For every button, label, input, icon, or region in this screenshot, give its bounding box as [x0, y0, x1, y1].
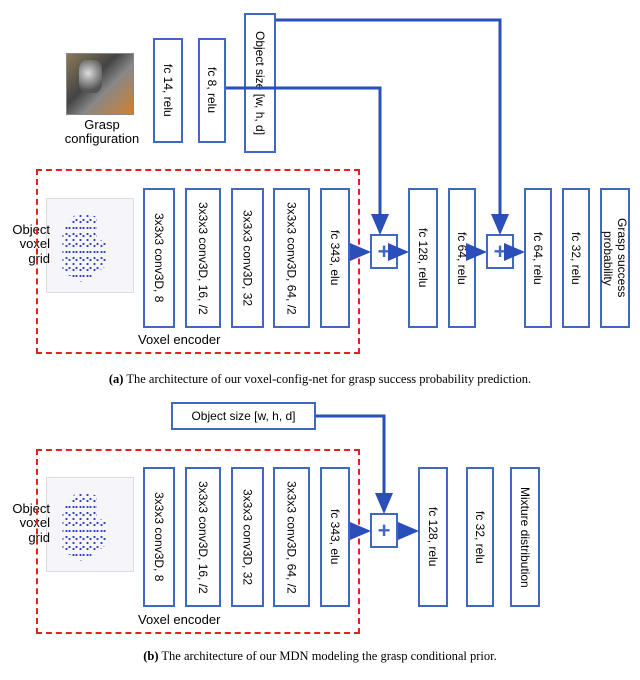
- plus-b: +: [370, 513, 398, 548]
- grasp-label: Grasp configuration: [52, 118, 152, 147]
- output-b: Mixture distribution: [510, 467, 540, 607]
- diagram-a: Grasp configuration fc 14, relu fc 8, re…: [8, 8, 632, 368]
- caption-b: (b) The architecture of our MDN modeling…: [8, 649, 632, 664]
- fc32-a: fc 32, relu: [562, 188, 590, 328]
- plus-1-a: +: [370, 234, 398, 269]
- fc32-b: fc 32, relu: [466, 467, 494, 607]
- output-a: Grasp success probability: [600, 188, 630, 328]
- diagram-b: Object size [w, h, d] Object voxel grid …: [8, 395, 632, 645]
- fc128-b: fc 128, relu: [418, 467, 448, 607]
- voxel-encoder-label-b: Voxel encoder: [138, 612, 220, 627]
- voxel-encoder-box-a: [36, 169, 360, 354]
- objsize-block-a: Object size [w, h, d]: [244, 13, 276, 153]
- fc64b-a: fc 64, relu: [524, 188, 552, 328]
- fc128-a: fc 128, relu: [408, 188, 438, 328]
- fc64a-a: fc 64, relu: [448, 188, 476, 328]
- objsize-block-b: Object size [w, h, d]: [171, 402, 316, 430]
- grasp-config-image: [66, 53, 134, 115]
- voxel-encoder-label-a: Voxel encoder: [138, 332, 220, 347]
- voxel-encoder-box-b: [36, 449, 360, 634]
- caption-a: (a) The architecture of our voxel-config…: [8, 372, 632, 387]
- plus-2-a: +: [486, 234, 514, 269]
- fc14-block: fc 14, relu: [153, 38, 183, 143]
- fc8-block: fc 8, relu: [198, 38, 226, 143]
